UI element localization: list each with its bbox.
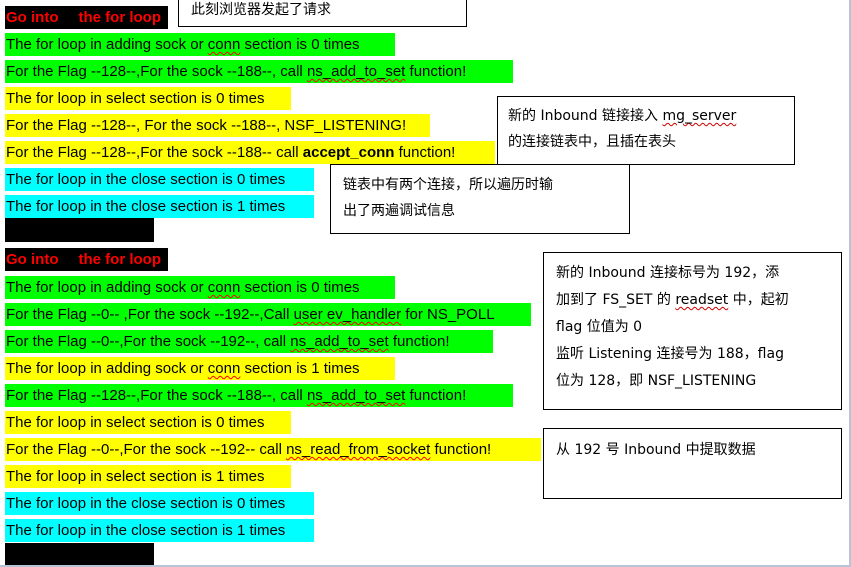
log-line-14: For the Flag --0--,For the sock --192-- … xyxy=(5,438,541,461)
log-line-9: For the Flag --0-- ,For the sock --192--… xyxy=(5,303,531,326)
loop-header-2: Go into the for loop xyxy=(5,248,168,271)
note-text: 的连接链表中，且插在表头 xyxy=(508,134,676,150)
note-browser-request: 此刻浏览器发起了请求 xyxy=(178,0,467,27)
note-text: 新的 Inbound 连接标号为 192，添 xyxy=(556,265,780,281)
header-part-2: the for loop xyxy=(78,9,162,26)
log-line-16: The for loop in the close section is 0 t… xyxy=(5,492,314,515)
separator-bar-2 xyxy=(5,543,154,565)
log-line-5: For the Flag --128--,For the sock --188-… xyxy=(5,141,495,164)
log-line-17: The for loop in the close section is 1 t… xyxy=(5,519,314,542)
log-line-12: For the Flag --128--,For the sock --188-… xyxy=(5,384,513,407)
header-part-2: the for loop xyxy=(78,251,162,268)
log-line-7: The for loop in the close section is 1 t… xyxy=(5,195,314,218)
note-text: 出了两遍调试信息 xyxy=(343,203,455,219)
log-line-11: The for loop in adding sock or conn sect… xyxy=(5,357,395,380)
header-part-1: Go into xyxy=(6,9,59,26)
note-inbound-192: 新的 Inbound 连接标号为 192，添 加到了 FS_SET 的 read… xyxy=(543,252,842,410)
separator-bar-1 xyxy=(5,218,154,242)
note-text: 新的 Inbound 链接接入 mg_server xyxy=(508,108,737,124)
note-text: 从 192 号 Inbound 中提取数据 xyxy=(556,442,756,458)
log-line-1: The for loop in adding sock or conn sect… xyxy=(5,33,395,56)
note-two-connections: 链表中有两个连接，所以遍历时输 出了两遍调试信息 xyxy=(330,164,630,234)
loop-header-1: Go into the for loop xyxy=(5,6,168,29)
header-part-1: Go into xyxy=(6,251,59,268)
note-text: 监听 Listening 连接号为 188，flag xyxy=(556,346,784,362)
log-line-4: For the Flag --128--, For the sock --188… xyxy=(5,114,430,137)
log-line-2: For the Flag --128--,For the sock --188-… xyxy=(5,60,513,83)
note-text: 此刻浏览器发起了请求 xyxy=(191,2,331,18)
log-line-13: The for loop in select section is 0 time… xyxy=(5,411,291,434)
note-read-data: 从 192 号 Inbound 中提取数据 xyxy=(543,428,842,499)
note-text: 加到了 FS_SET 的 readset 中，起初 xyxy=(556,292,789,308)
log-line-6: The for loop in the close section is 0 t… xyxy=(5,168,314,191)
note-text: 位为 128，即 NSF_LISTENING xyxy=(556,373,757,389)
note-inbound-insert: 新的 Inbound 链接接入 mg_server 的连接链表中，且插在表头 xyxy=(497,96,795,165)
note-text: flag 位值为 0 xyxy=(556,319,643,335)
log-line-10: For the Flag --0--,For the sock --192--,… xyxy=(5,330,493,353)
note-text: 链表中有两个连接，所以遍历时输 xyxy=(343,177,553,193)
log-line-8: The for loop in adding sock or conn sect… xyxy=(5,276,395,299)
log-line-3: The for loop in select section is 0 time… xyxy=(5,87,291,110)
log-line-15: The for loop in select section is 1 time… xyxy=(5,465,291,488)
